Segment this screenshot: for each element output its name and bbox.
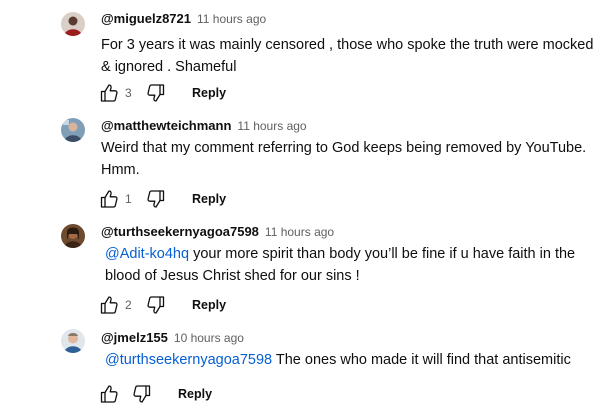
dislike-button[interactable] <box>130 382 154 406</box>
dislike-button[interactable] <box>144 81 168 105</box>
like-count: 3 <box>125 86 132 100</box>
like-count: 1 <box>125 192 132 206</box>
avatar[interactable] <box>61 329 85 353</box>
thumb-up-icon <box>100 190 118 208</box>
comment-header: @jmelz155 10 hours ago <box>101 329 244 347</box>
reply-button[interactable]: Reply <box>192 293 226 317</box>
comment-text: @turthseekernyagoa7598 The ones who made… <box>105 349 600 371</box>
comment-author[interactable]: @miguelz8721 <box>101 11 191 26</box>
dislike-button[interactable] <box>144 187 168 211</box>
reply-button[interactable]: Reply <box>192 187 226 211</box>
like-count: 2 <box>125 298 132 312</box>
thumb-down-icon <box>147 190 165 208</box>
comment-text-content: The ones who made it will find that anti… <box>272 352 571 368</box>
thumb-down-icon <box>147 296 165 314</box>
thumb-up-icon <box>100 385 118 403</box>
comment-timestamp[interactable]: 11 hours ago <box>265 225 334 239</box>
thumb-down-icon <box>147 84 165 102</box>
comment-author[interactable]: @jmelz155 <box>101 330 168 345</box>
avatar[interactable] <box>61 12 85 36</box>
comment-header: @miguelz8721 11 hours ago <box>101 10 266 28</box>
like-button[interactable]: 1 <box>97 187 132 211</box>
comment-header: @turthseekernyagoa7598 11 hours ago <box>101 223 334 241</box>
comment-header: @matthewteichmann 11 hours ago <box>101 117 307 135</box>
comment-text-content: Weird that my comment referring to God k… <box>101 140 587 178</box>
comment-mention-link[interactable]: @Adit-ko4hq <box>105 246 189 262</box>
reply-button[interactable]: Reply <box>178 382 212 406</box>
thumb-down-icon <box>133 385 151 403</box>
avatar[interactable] <box>61 118 85 142</box>
comment-text: For 3 years it was mainly censored , tho… <box>101 34 601 78</box>
comment-timestamp[interactable]: 11 hours ago <box>197 12 266 26</box>
comment-mention-link[interactable]: @turthseekernyagoa7598 <box>105 352 272 368</box>
thumb-up-icon <box>100 296 118 314</box>
comment-timestamp[interactable]: 10 hours ago <box>174 331 244 345</box>
dislike-button[interactable] <box>144 293 168 317</box>
like-button[interactable]: 2 <box>97 293 132 317</box>
comment-text-content: For 3 years it was mainly censored , tho… <box>101 37 594 75</box>
avatar[interactable] <box>61 224 85 248</box>
like-button[interactable]: 3 <box>97 81 132 105</box>
thumb-up-icon <box>100 84 118 102</box>
like-button[interactable] <box>97 382 121 406</box>
comment-author[interactable]: @turthseekernyagoa7598 <box>101 224 259 239</box>
comment-timestamp[interactable]: 11 hours ago <box>237 119 306 133</box>
reply-button[interactable]: Reply <box>192 81 226 105</box>
comment-text: Weird that my comment referring to God k… <box>101 137 601 181</box>
comment-author[interactable]: @matthewteichmann <box>101 118 231 133</box>
comment-text: @Adit-ko4hq your more spirit than body y… <box>105 243 600 287</box>
